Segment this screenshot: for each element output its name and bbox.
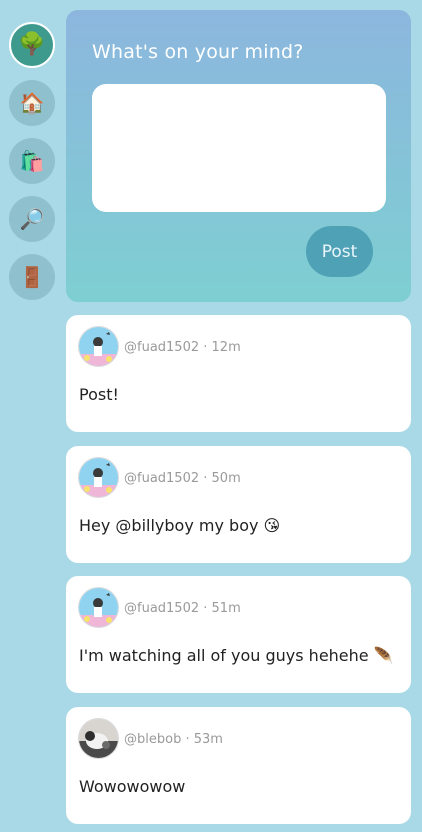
post-card: @blebob · 53m Wowowowow <box>66 707 411 824</box>
post-meta: @fuad1502 · 12m <box>124 340 241 355</box>
post-text: Wowowowow <box>79 777 186 796</box>
avatar[interactable] <box>79 588 118 627</box>
nav-button-search[interactable]: 🔎 <box>9 196 55 242</box>
post-text: Post! <box>79 385 119 404</box>
nav-button-tree[interactable]: 🌳 <box>9 22 55 68</box>
post-composer: What's on your mind? Post <box>66 10 411 302</box>
post-text-input[interactable] <box>92 84 386 212</box>
post-time: 12m <box>211 340 241 355</box>
post-card: @fuad1502 · 50m Hey @billyboy my boy 😘 <box>66 446 411 563</box>
avatar[interactable] <box>79 327 118 366</box>
post-text: I'm watching all of you guys hehehe 🪶 <box>79 646 394 665</box>
nav-button-home[interactable]: 🏠 <box>9 80 55 126</box>
post-handle[interactable]: @fuad1502 <box>124 601 199 616</box>
home-icon: 🏠 <box>19 91 45 115</box>
post-text: Hey @billyboy my boy 😘 <box>79 516 281 535</box>
post-time: 53m <box>193 732 223 747</box>
post-meta: @fuad1502 · 50m <box>124 471 241 486</box>
post-handle[interactable]: @fuad1502 <box>124 340 199 355</box>
composer-title: What's on your mind? <box>92 41 304 63</box>
post-time: 50m <box>211 471 241 486</box>
post-time: 51m <box>211 601 241 616</box>
search-icon: 🔎 <box>19 207 45 231</box>
post-meta: @blebob · 53m <box>124 732 223 747</box>
post-button[interactable]: Post <box>306 226 373 277</box>
sidebar-nav: 🌳 🏠 🛍️ 🔎 🚪 <box>9 22 55 312</box>
post-handle[interactable]: @blebob <box>124 732 181 747</box>
post-card: @fuad1502 · 51m I'm watching all of you … <box>66 576 411 693</box>
tree-icon: 🌳 <box>18 32 46 57</box>
door-icon: 🚪 <box>19 265 45 289</box>
nav-button-logout[interactable]: 🚪 <box>9 254 55 300</box>
nav-button-shop[interactable]: 🛍️ <box>9 138 55 184</box>
post-card: @fuad1502 · 12m Post! <box>66 315 411 432</box>
post-handle[interactable]: @fuad1502 <box>124 471 199 486</box>
avatar[interactable] <box>79 458 118 497</box>
avatar[interactable] <box>79 719 118 758</box>
post-meta: @fuad1502 · 51m <box>124 601 241 616</box>
shopping-bags-icon: 🛍️ <box>19 149 45 173</box>
